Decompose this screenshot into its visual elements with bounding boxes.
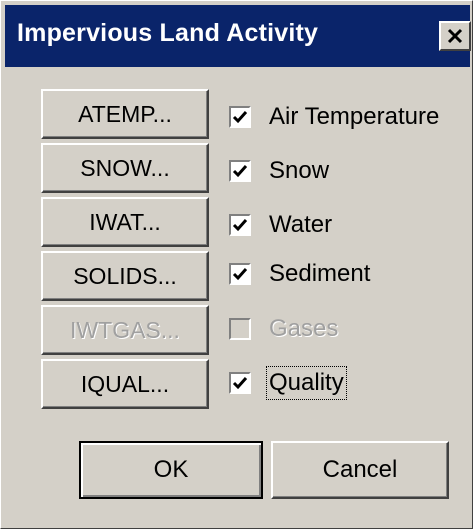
window-title: Impervious Land Activity — [17, 19, 319, 47]
sediment-checkbox[interactable] — [229, 263, 251, 285]
iwat-button[interactable]: IWAT... — [41, 197, 209, 247]
dialog-window: Impervious Land Activity ATEMP... SNOW..… — [0, 0, 473, 529]
atemp-button[interactable]: ATEMP... — [41, 89, 209, 139]
iwtgas-button[interactable]: IWTGAS... — [41, 305, 209, 355]
air-temperature-label[interactable]: Air Temperature — [269, 103, 439, 131]
gases-label[interactable]: Gases — [269, 315, 338, 343]
snow-checkbox[interactable] — [229, 160, 251, 182]
checkmark-icon — [232, 268, 248, 281]
quality-label[interactable]: Quality — [266, 366, 347, 400]
sediment-label[interactable]: Sediment — [269, 260, 370, 288]
water-label[interactable]: Water — [269, 211, 332, 239]
air-temperature-checkbox[interactable] — [229, 106, 251, 128]
ok-button[interactable]: OK — [79, 441, 263, 499]
gases-checkbox[interactable] — [229, 318, 251, 340]
checkmark-icon — [232, 165, 248, 178]
cancel-button[interactable]: Cancel — [271, 441, 449, 499]
close-icon — [447, 28, 463, 44]
close-button[interactable] — [439, 21, 471, 51]
snow-button[interactable]: SNOW... — [41, 143, 209, 193]
solids-button[interactable]: SOLIDS... — [41, 251, 209, 301]
water-checkbox[interactable] — [229, 214, 251, 236]
snow-label[interactable]: Snow — [269, 157, 329, 185]
checkmark-icon — [232, 111, 248, 124]
iqual-button[interactable]: IQUAL... — [41, 359, 209, 409]
checkmark-icon — [232, 219, 248, 232]
title-bar[interactable]: Impervious Land Activity — [5, 5, 471, 67]
quality-checkbox[interactable] — [229, 372, 251, 394]
checkmark-icon — [232, 377, 248, 390]
